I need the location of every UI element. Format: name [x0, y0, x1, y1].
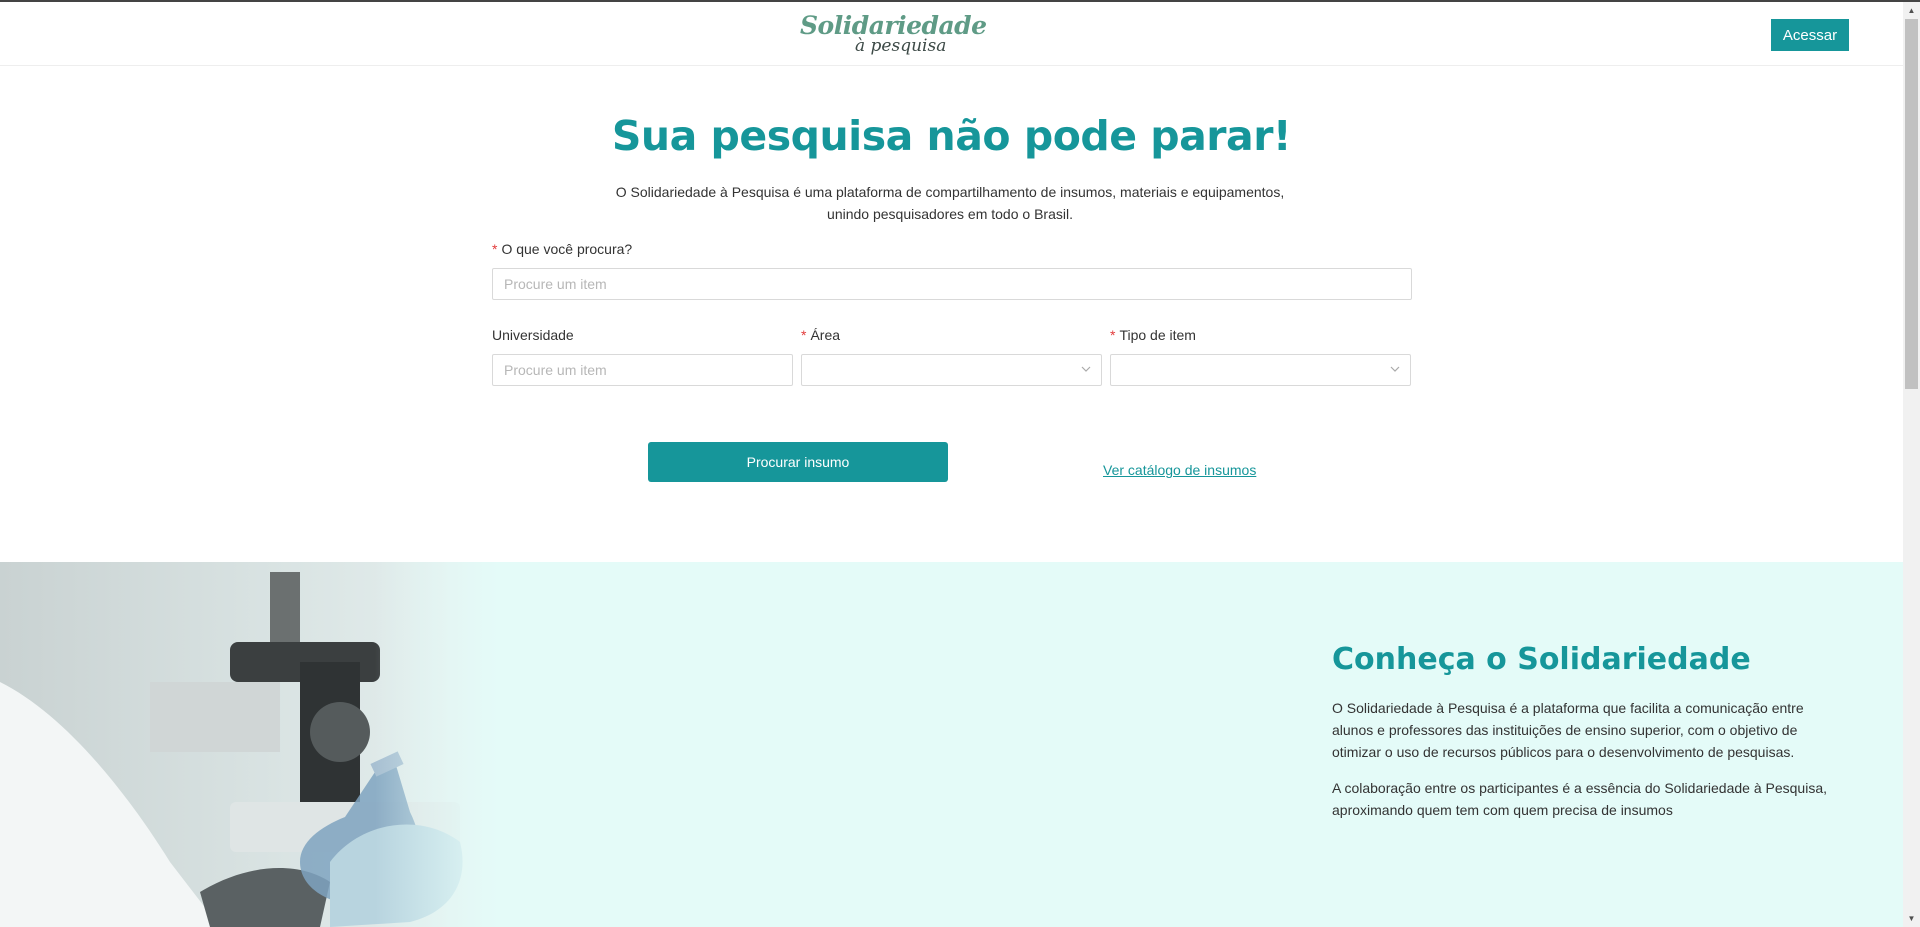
search-input[interactable]	[492, 268, 1412, 300]
search-supplies-button[interactable]: Procurar insumo	[648, 442, 948, 482]
required-mark: *	[1110, 327, 1116, 343]
login-button[interactable]: Acessar	[1771, 19, 1849, 51]
logo-subtitle: à pesquisa	[855, 36, 947, 56]
about-paragraph-1: O Solidariedade à Pesquisa é a plataform…	[1332, 700, 1804, 760]
query-label: * O que você procura?	[492, 241, 632, 257]
required-mark: *	[801, 327, 807, 343]
item-type-label: * Tipo de item	[1110, 327, 1196, 343]
area-label: * Área	[801, 327, 840, 343]
chevron-down-icon	[1081, 366, 1091, 372]
lab-photo-image	[0, 562, 500, 927]
about-section: Conheça o Solidariedade O Solidariedade …	[0, 562, 1903, 927]
scroll-up-icon[interactable]: ▲	[1903, 2, 1920, 19]
catalog-link[interactable]: Ver catálogo de insumos	[1103, 462, 1256, 478]
query-label-text: O que você procura?	[501, 241, 633, 257]
logo-title: Solidariedade	[800, 11, 987, 40]
area-label-text: Área	[810, 327, 841, 343]
hero-description-line1: O Solidariedade à Pesquisa é uma platafo…	[615, 184, 1285, 200]
item-type-label-text: Tipo de item	[1119, 327, 1196, 343]
university-label: Universidade	[492, 327, 574, 343]
item-type-select[interactable]	[1110, 354, 1411, 386]
about-title: Conheça o Solidariedade	[1332, 642, 1751, 677]
university-input[interactable]	[492, 354, 793, 386]
area-select[interactable]	[801, 354, 1102, 386]
chevron-down-icon	[1390, 366, 1400, 372]
hero-description-line2: unindo pesquisadores em todo o Brasil.	[827, 206, 1073, 222]
site-logo[interactable]: Solidariedade à pesquisa	[798, 10, 987, 58]
page-title: Sua pesquisa não pode parar!	[611, 112, 1292, 160]
scrollbar-thumb[interactable]	[1905, 19, 1918, 389]
vertical-scrollbar[interactable]: ▲ ▼	[1903, 2, 1920, 927]
scroll-down-icon[interactable]: ▼	[1903, 910, 1920, 927]
about-paragraph-2: A colaboração entre os participantes é a…	[1332, 780, 1827, 818]
required-mark: *	[492, 241, 498, 257]
hero-description: O Solidariedade à Pesquisa é uma platafo…	[560, 181, 1340, 225]
site-header: Solidariedade à pesquisa Acessar	[0, 2, 1903, 66]
